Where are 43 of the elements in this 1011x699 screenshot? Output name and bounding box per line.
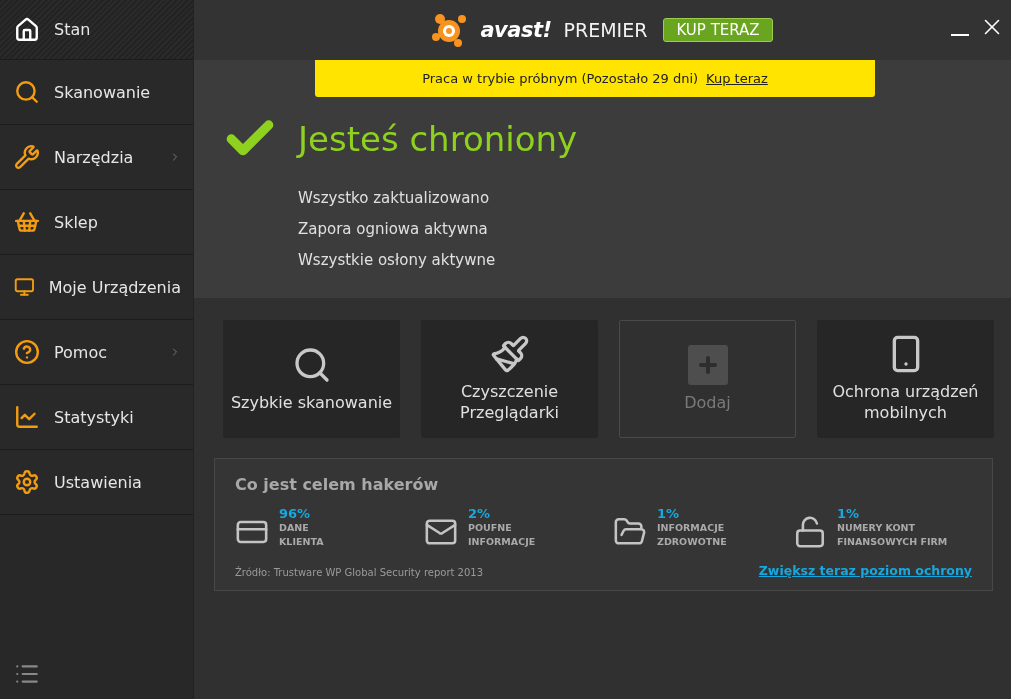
minimize-icon bbox=[951, 34, 969, 36]
stat-label: DANE KLIENTA bbox=[279, 521, 324, 549]
home-icon bbox=[14, 16, 40, 43]
sidebar-label: Statystyki bbox=[54, 407, 135, 427]
action-tile[interactable]: Szybkie skanowanie bbox=[223, 320, 400, 438]
sidebar-label: Sklep bbox=[54, 212, 99, 232]
sidebar-label: Skanowanie bbox=[54, 82, 152, 102]
panel-title: Co jest celem hakerów bbox=[235, 475, 440, 494]
sidebar-label: Ustawienia bbox=[54, 472, 143, 492]
stat-label: INFORMACJE ZDROWOTNE bbox=[657, 521, 727, 549]
status-line: Zapora ogniowa aktywna bbox=[298, 220, 489, 238]
shop-icon bbox=[14, 209, 40, 235]
status-title: Jesteś chroniony bbox=[298, 119, 578, 159]
action-tile[interactable]: Czyszczenie Przeglądarki bbox=[421, 320, 598, 438]
status-line: Wszystko zaktualizowano bbox=[298, 189, 491, 207]
trial-text: Praca w trybie próbnym (Pozostało 29 dni) bbox=[422, 71, 699, 86]
stat-label: NUMERY KONT FINANSOWYCH FIRM bbox=[837, 521, 948, 549]
source-text: Źródło: Trustware WP Global Security report 2013 bbox=[235, 567, 484, 578]
sidebar-label: Pomoc bbox=[54, 342, 109, 362]
settings-icon bbox=[14, 469, 40, 495]
browser-icon bbox=[489, 334, 530, 375]
sidebar-item[interactable]: Stan bbox=[0, 0, 193, 60]
plus-icon bbox=[687, 344, 728, 385]
help-icon bbox=[14, 339, 40, 365]
sidebar-label: Narzędzia bbox=[54, 147, 135, 167]
stat-percent: 1% bbox=[837, 506, 861, 521]
buy-link[interactable]: Kup teraz bbox=[706, 71, 768, 86]
status-line: Wszystkie osłony aktywne bbox=[298, 251, 497, 269]
edition-label: PREMIER bbox=[563, 19, 648, 41]
protection-link[interactable]: Zwiększ teraz poziom ochrony bbox=[758, 563, 972, 578]
stat-percent: 96% bbox=[279, 506, 312, 521]
sidebar-label: Stan bbox=[54, 20, 92, 39]
stat-label: POUFNE INFORMACJE bbox=[468, 521, 536, 549]
lock-icon bbox=[793, 515, 827, 549]
tools-icon bbox=[14, 144, 40, 170]
sidebar-label: Moje Urządzenia bbox=[48, 277, 181, 297]
stat-percent: 1% bbox=[657, 506, 681, 521]
scan-icon bbox=[14, 79, 40, 105]
logo-icon bbox=[432, 13, 469, 47]
action-tile[interactable]: Ochrona urządzeń mobilnych bbox=[817, 320, 994, 438]
logo-text: avast! bbox=[480, 18, 552, 42]
stat-percent: 2% bbox=[468, 506, 492, 521]
stats-icon bbox=[14, 404, 40, 430]
